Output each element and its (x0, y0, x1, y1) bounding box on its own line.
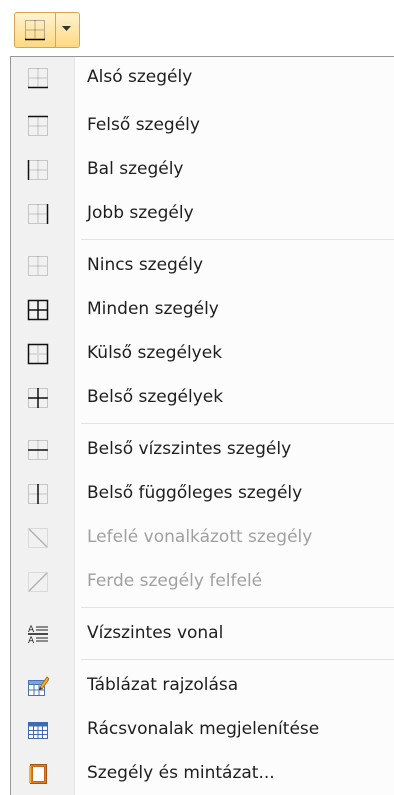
menu-item-outside-borders[interactable]: Külső szegélyek (11, 333, 394, 373)
menu-item-inside-vertical-border[interactable]: Belső függőleges szegély (11, 473, 394, 513)
bottom-border-icon (27, 67, 49, 89)
menu-item-label: Bal szegély (87, 159, 184, 179)
menu-item-view-gridlines[interactable]: Rácsvonalak megjelenítése (11, 709, 394, 749)
menu-item-label: Alsó szegély (87, 67, 193, 87)
menu-item-left-border[interactable]: Bal szegély (11, 149, 394, 189)
menu-separator (81, 239, 394, 240)
chevron-down-icon (62, 26, 71, 31)
menu-item-right-border[interactable]: Jobb szegély (11, 193, 394, 233)
menu-item-no-border[interactable]: Nincs szegély (11, 245, 394, 285)
menu-item-label: Táblázat rajzolása (87, 675, 239, 695)
inside-horizontal-border-icon (27, 439, 49, 461)
menu-item-label: Felső szegély (87, 115, 200, 135)
menu-separator (81, 423, 394, 424)
left-border-icon (27, 159, 49, 181)
menu-item-label: Nincs szegély (87, 255, 204, 275)
border-grid-icon (25, 20, 45, 41)
menu-separator (81, 607, 394, 608)
menu-item-label: Ferde szegély felfelé (87, 571, 263, 591)
menu-item-label: Belső szegélyek (87, 387, 224, 407)
menu-item-label: Rácsvonalak megjelenítése (87, 719, 320, 739)
menu-item-all-borders[interactable]: Minden szegély (11, 289, 394, 329)
top-border-icon (27, 115, 49, 137)
menu-item-label: Belső függőleges szegély (87, 483, 303, 503)
diagonal-up-border-icon (27, 571, 49, 593)
menu-item-inside-borders[interactable]: Belső szegélyek (11, 377, 394, 417)
borders-dropdown-arrow[interactable] (56, 13, 79, 47)
borders-split-button[interactable] (14, 12, 80, 48)
inside-vertical-border-icon (27, 483, 49, 505)
menu-item-diagonal-up-border[interactable]: Ferde szegély felfelé (11, 561, 394, 601)
menu-item-diagonal-down-border[interactable]: Lefelé vonalkázott szegély (11, 517, 394, 557)
menu-item-borders-and-shading[interactable]: Szegély és mintázat... (11, 753, 394, 793)
inside-borders-icon (27, 387, 49, 409)
menu-item-draw-table[interactable]: Táblázat rajzolása (11, 665, 394, 705)
menu-item-label: Jobb szegély (87, 203, 194, 223)
menu-item-label: Külső szegélyek (87, 343, 223, 363)
draw-table-icon (27, 675, 49, 697)
menu-item-label: Lefelé vonalkázott szegély (87, 527, 313, 547)
menu-item-label: Belső vízszintes szegély (87, 439, 292, 459)
right-border-icon (27, 203, 49, 225)
horizontal-line-icon: A A (27, 623, 49, 645)
menu-item-label: Szegély és mintázat... (87, 763, 275, 783)
menu-item-top-border[interactable]: Felső szegély (11, 105, 394, 145)
borders-and-shading-icon (27, 763, 49, 785)
borders-button[interactable] (15, 13, 56, 47)
menu-item-horizontal-line[interactable]: A A Vízszintes vonal (11, 613, 394, 653)
all-borders-icon (27, 299, 49, 321)
diagonal-down-border-icon (27, 527, 49, 549)
menu-item-label: Vízszintes vonal (87, 623, 224, 643)
menu-item-inside-horizontal-border[interactable]: Belső vízszintes szegély (11, 429, 394, 469)
menu-item-label: Minden szegély (87, 299, 219, 319)
no-border-icon (27, 255, 49, 277)
view-gridlines-icon (27, 719, 49, 741)
outside-borders-icon (27, 343, 49, 365)
borders-menu: Alsó szegély Felső szegély Bal szegély J… (10, 56, 394, 795)
menu-separator (81, 659, 394, 660)
svg-text:A: A (28, 636, 35, 645)
menu-item-bottom-border[interactable]: Alsó szegély (11, 57, 394, 97)
